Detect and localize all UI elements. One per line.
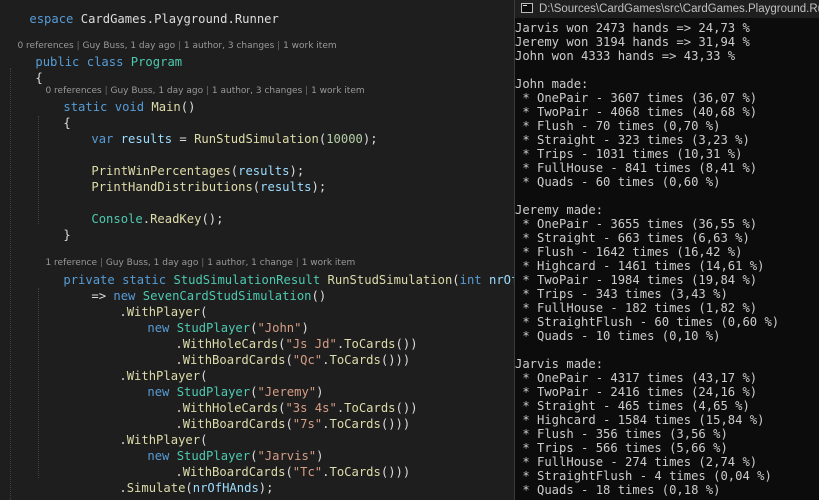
code-line-simulate[interactable]: .Simulate(nrOfHAnds); [90,464,273,495]
console-line: * TwoPair - 2416 times (24,16 %) [515,385,758,399]
console-line: Jarvis won 2473 hands => 24,73 % [515,21,750,35]
code-line-main-open[interactable]: { [34,99,70,130]
namespace-name: CardGames.Playground.Runner [73,12,279,26]
code-line-hole-john[interactable]: .WithHoleCards("Js Jd".ToCards()) [146,320,417,351]
console-line: * Highcard - 1584 times (15,84 %) [515,413,765,427]
console-line: * Flush - 70 times (0,70 %) [515,119,721,133]
codelens-class[interactable]: 0 references | Guy Buss, 1 day ago | 1 a… [6,25,336,51]
class-name: Program [123,55,183,69]
console-output[interactable]: Jarvis won 2473 hands => 24,73 % Jeremy w… [515,21,819,497]
code-line-player-john[interactable]: new StudPlayer("John") [118,304,308,335]
code-line-arrow-new[interactable]: => new SevenCardStudSimulation() [62,272,326,303]
codelens-changes[interactable]: 1 author, 3 changes [212,86,302,96]
code-line-with-player[interactable]: .WithPlayer( [90,352,207,383]
code-line-open-brace[interactable]: { [6,54,42,85]
code-line-run-decl[interactable]: private static StudSimulationResult RunS… [34,256,514,287]
console-line: * OnePair - 3655 times (36,55 %) [515,217,758,231]
console-line: * Highcard - 1461 times (14,61 %) [515,259,765,273]
method-name: Main [144,100,181,114]
console-window[interactable]: D:\Sources\CardGames\src\CardGames.Playg… [514,0,819,500]
console-line: * TwoPair - 4068 times (40,68 %) [515,105,758,119]
console-line: * StraightFlush - 60 times (0,60 %) [515,315,780,329]
console-title: D:\Sources\CardGames\src\CardGames.Playg… [539,3,819,15]
console-line: * Flush - 1642 times (16,42 %) [515,245,743,259]
console-line: * StraightFlush - 4 times (0,04 %) [515,469,772,483]
codelens-work-items[interactable]: 1 work item [311,86,365,96]
console-line: * FullHouse - 182 times (1,82 %) [515,301,758,315]
console-line: * Straight - 465 times (4,65 %) [515,399,750,413]
codelens-work-items[interactable]: 1 work item [283,41,337,51]
console-line: * OnePair - 4317 times (43,17 %) [515,371,758,385]
console-line: Jarvis made: [515,357,604,371]
console-line: * FullHouse - 841 times (8,41 %) [515,161,758,175]
code-editor[interactable]: espace CardGames.Playground.Runner 0 ref… [0,0,514,500]
codelens-changes[interactable]: 1 author, 3 changes [184,41,274,51]
code-line-class-decl[interactable]: public class Program [6,38,182,69]
console-line: * Straight - 323 times (3,23 %) [515,133,750,147]
code-line-board-john[interactable]: .WithBoardCards("Qc".ToCards())) [146,336,410,367]
code-line-readkey[interactable]: Console.ReadKey(); [62,195,223,226]
code-line-with-player[interactable]: .WithPlayer( [90,416,207,447]
code-line-namespace[interactable]: espace CardGames.Playground.Runner [0,0,278,26]
indent-guide [10,68,11,500]
console-line: * Trips - 1031 times (10,31 %) [515,147,743,161]
code-line-board-jarvis[interactable]: .WithBoardCards("Tc".ToCards())) [146,448,410,479]
code-line-hole-jeremy[interactable]: .WithHoleCards("3s 4s".ToCards()) [146,384,417,415]
code-line-main-decl[interactable]: static void Main() [34,83,195,114]
code-line-print-win[interactable]: PrintWinPercentages(results); [62,147,304,178]
code-line-board-jeremy[interactable]: .WithBoardCards("7s".ToCards())) [146,400,410,431]
console-line: * FullHouse - 274 times (2,74 %) [515,455,758,469]
console-line: * OnePair - 3607 times (36,07 %) [515,91,758,105]
console-line: * Quads - 60 times (0,60 %) [515,175,721,189]
keyword: espace [29,12,74,26]
codelens-run-simulation[interactable]: 1 reference | Guy Buss, 1 day ago | 1 au… [34,242,355,268]
console-line: * Flush - 356 times (3,56 %) [515,427,728,441]
console-line: * Quads - 10 times (0,10 %) [515,329,721,343]
console-line: John won 4333 hands => 43,33 % [515,49,736,63]
console-line: John made: [515,77,589,91]
console-line: * Trips - 343 times (3,43 %) [515,287,728,301]
console-line: * Straight - 663 times (6,63 %) [515,231,750,245]
codelens-main[interactable]: 0 references | Guy Buss, 1 day ago | 1 a… [34,70,364,96]
code-line-with-player[interactable]: .WithPlayer( [90,288,207,319]
code-line-print-hand[interactable]: PrintHandDistributions(results); [62,163,326,194]
code-line-player-jeremy[interactable]: new StudPlayer("Jeremy") [118,368,323,399]
code-line-var-results[interactable]: var results = RunStudSimulation(10000); [62,115,377,146]
console-line: * TwoPair - 1984 times (19,84 %) [515,273,758,287]
indent-guide [38,288,39,478]
console-line: * Trips - 566 times (5,66 %) [515,441,728,455]
console-line: * Quads - 18 times (0,18 %) [515,483,721,497]
console-title-bar[interactable]: D:\Sources\CardGames\src\CardGames.Playg… [515,0,819,18]
code-line-player-jarvis[interactable]: new StudPlayer("Jarvis") [118,432,323,463]
console-line: Jeremy made: [515,203,604,217]
code-line-main-close[interactable]: } [34,211,70,242]
console-window-icon [521,3,533,13]
codelens-partial[interactable]: 1 reference | Guy Buss, 1 day ago [34,493,198,500]
console-line: Jeremy won 3194 hands => 31,94 % [515,35,750,49]
